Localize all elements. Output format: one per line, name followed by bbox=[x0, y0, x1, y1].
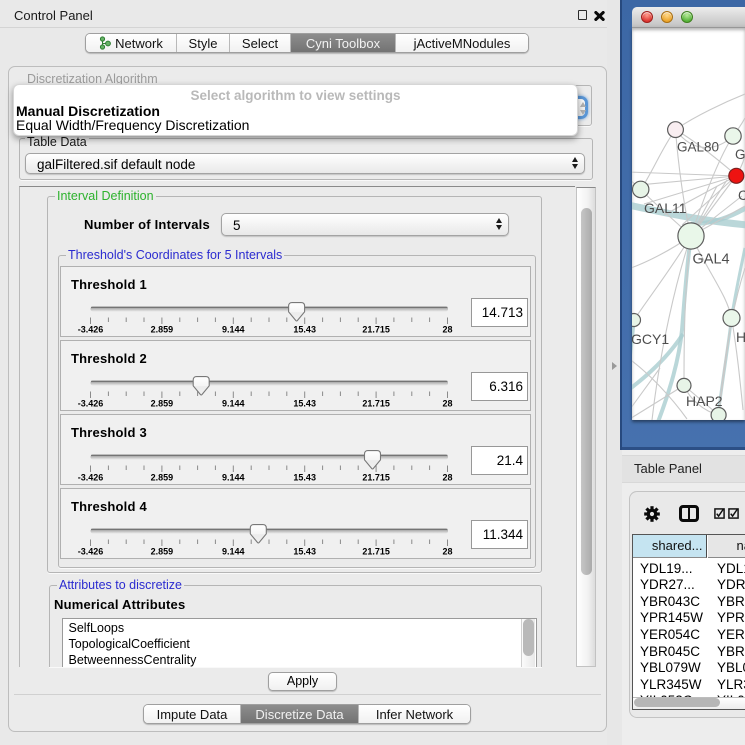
svg-text:2.859: 2.859 bbox=[150, 399, 173, 409]
svg-text:-3.426: -3.426 bbox=[77, 473, 103, 483]
svg-text:9.144: 9.144 bbox=[222, 399, 245, 409]
svg-text:HAP2: HAP2 bbox=[686, 393, 723, 409]
svg-text:-3.426: -3.426 bbox=[77, 399, 103, 409]
svg-text:GAL4: GAL4 bbox=[693, 252, 730, 268]
svg-text:21.715: 21.715 bbox=[362, 547, 390, 557]
svg-text:15.43: 15.43 bbox=[293, 547, 316, 557]
svg-text:HI: HI bbox=[736, 329, 745, 345]
svg-text:2.859: 2.859 bbox=[150, 473, 173, 483]
svg-text:GAL7: GAL7 bbox=[735, 147, 745, 162]
svg-text:9.144: 9.144 bbox=[222, 325, 245, 335]
svg-text:21.715: 21.715 bbox=[362, 473, 390, 483]
svg-text:GAL11: GAL11 bbox=[644, 200, 687, 216]
svg-text:GAL80: GAL80 bbox=[677, 140, 719, 155]
svg-text:9.144: 9.144 bbox=[222, 473, 245, 483]
svg-text:28: 28 bbox=[442, 325, 452, 335]
svg-text:C: C bbox=[738, 188, 745, 203]
svg-text:28: 28 bbox=[442, 547, 452, 557]
svg-text:9.144: 9.144 bbox=[222, 547, 245, 557]
svg-text:21.715: 21.715 bbox=[362, 325, 390, 335]
svg-text:-3.426: -3.426 bbox=[77, 325, 103, 335]
svg-text:15.43: 15.43 bbox=[293, 473, 316, 483]
svg-text:15.43: 15.43 bbox=[293, 325, 316, 335]
svg-text:15.43: 15.43 bbox=[293, 399, 316, 409]
svg-text:GCY1: GCY1 bbox=[632, 331, 669, 347]
svg-text:-3.426: -3.426 bbox=[77, 547, 103, 557]
svg-text:2.859: 2.859 bbox=[150, 547, 173, 557]
svg-text:2.859: 2.859 bbox=[150, 325, 173, 335]
svg-text:28: 28 bbox=[442, 473, 452, 483]
svg-text:21.715: 21.715 bbox=[362, 399, 390, 409]
svg-text:28: 28 bbox=[442, 399, 452, 409]
